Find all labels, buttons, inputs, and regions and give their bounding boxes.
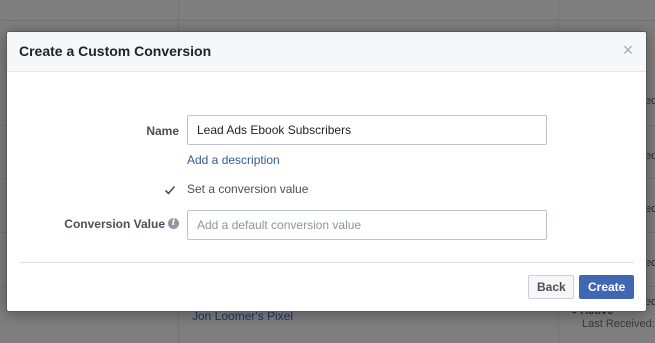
create-button[interactable]: Create <box>579 275 634 299</box>
create-custom-conversion-dialog: Create a Custom Conversion × Name Add a … <box>6 31 647 312</box>
dialog-title: Create a Custom Conversion <box>19 43 212 59</box>
bg-last-received: Last Received: <box>582 318 655 330</box>
name-label: Name <box>146 124 179 138</box>
set-conversion-value-checkbox[interactable] <box>164 183 176 195</box>
conversion-value-label: Conversion Value <box>64 217 165 231</box>
add-description-link[interactable]: Add a description <box>187 153 280 167</box>
bg-row-divider <box>0 20 655 21</box>
name-input[interactable] <box>187 115 547 145</box>
info-icon[interactable]: i <box>168 218 179 229</box>
back-button[interactable]: Back <box>528 275 574 299</box>
conversion-value-input[interactable] <box>187 210 547 240</box>
checkmark-icon <box>164 185 176 195</box>
footer-divider <box>19 262 634 263</box>
set-conversion-value-label[interactable]: Set a conversion value <box>187 182 308 196</box>
close-icon[interactable]: × <box>620 41 636 59</box>
dialog-header: Create a Custom Conversion × <box>7 32 646 72</box>
